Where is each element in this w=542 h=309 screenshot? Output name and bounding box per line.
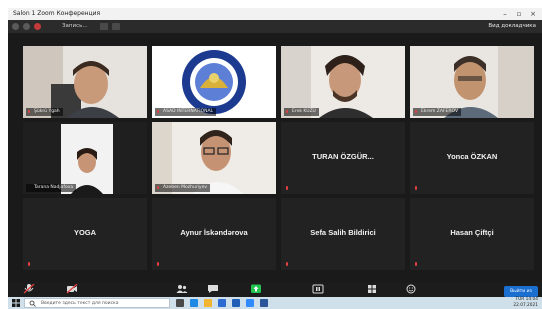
search-icon	[29, 300, 36, 307]
recording-icon	[34, 23, 41, 30]
muted-mic-icon	[414, 110, 418, 114]
clock-date: 22.07.2021	[513, 303, 538, 308]
name-tile[interactable]: Hasan Çiftçi	[410, 198, 534, 270]
keyboard-language[interactable]: TUR	[515, 297, 524, 302]
participant-name: Erek KUZU	[284, 108, 319, 116]
edge-icon[interactable]	[190, 299, 198, 307]
share-screen-icon	[251, 284, 261, 293]
search-placeholder: Введите здесь текст для поиска	[41, 301, 119, 306]
view-mode-button[interactable]: Вид докладчика	[488, 22, 536, 31]
muted-mic-icon	[285, 110, 289, 114]
windows-start-icon[interactable]	[12, 299, 20, 307]
taskbar-search-box[interactable]: Введите здесь текст для поиска	[24, 298, 170, 308]
maximize-icon[interactable]: ▫	[512, 8, 526, 20]
muted-mic-icon	[285, 262, 290, 267]
info-icon[interactable]	[12, 23, 19, 30]
muted-mic-icon	[27, 262, 32, 267]
participant-name: Şükrü Ygah	[26, 108, 63, 116]
meeting-info-bar: Запись... Вид докладчика	[8, 20, 542, 33]
pause-icon[interactable]	[100, 23, 108, 30]
name-tile[interactable]: Yonca ÖZKAN	[410, 122, 534, 194]
close-icon[interactable]: ×	[526, 8, 540, 20]
windows-taskbar: Введите здесь текст для поиска TUR 14:04…	[8, 297, 542, 309]
participant-name: TURAN ÖZGÜR...	[312, 152, 374, 161]
muted-mic-icon	[414, 262, 419, 267]
pause-recording-icon	[312, 284, 324, 294]
muted-mic-icon	[156, 262, 161, 267]
name-tile[interactable]: TURAN ÖZGÜR...	[281, 122, 405, 194]
word-icon[interactable]	[260, 299, 268, 307]
participant-name: Tarana Nadjafova	[26, 184, 77, 192]
video-tile[interactable]: Ekrem ZAFEROV	[410, 46, 534, 118]
name-tile[interactable]: Aynur İskəndərova	[152, 198, 276, 270]
zoom-window: Salon 1 Zoom Конференция – ▫ × Запись...…	[8, 8, 542, 309]
mail-icon[interactable]	[232, 299, 240, 307]
video-off-icon	[66, 283, 78, 294]
breakout-rooms-icon	[368, 285, 376, 293]
participant-name: Azeben Mozhuriyev	[155, 184, 211, 192]
participants-icon	[176, 285, 188, 293]
system-tray: TUR 14:04 22.07.2021	[513, 297, 538, 309]
muted-mic-icon	[156, 186, 160, 190]
title-bar: Salon 1 Zoom Конференция – ▫ ×	[8, 8, 542, 20]
name-tile[interactable]: Sefa Salih Bildirici	[281, 198, 405, 270]
leave-meeting-button[interactable]: Выйти из зала	[504, 286, 538, 305]
participant-name: ASAD INTERNATIONAL	[155, 108, 217, 116]
muted-mic-icon	[285, 186, 290, 191]
security-icon[interactable]	[23, 23, 30, 30]
stop-icon[interactable]	[112, 23, 120, 30]
chat-icon	[208, 285, 218, 293]
participant-name: Hasan Çiftçi	[450, 228, 494, 237]
reactions-icon	[406, 284, 416, 294]
participant-name: Aynur İskəndərova	[180, 228, 248, 237]
participant-name: Sefa Salih Bildirici	[310, 228, 376, 237]
video-tile[interactable]: ASAD INTERNATIONAL	[152, 46, 276, 118]
store-icon[interactable]	[218, 299, 226, 307]
muted-mic-icon	[23, 283, 35, 294]
name-tile[interactable]: YOGA	[23, 198, 147, 270]
muted-mic-icon	[27, 110, 31, 114]
video-tile[interactable]: Şükrü Ygah	[23, 46, 147, 118]
participant-name: Yonca ÖZKAN	[446, 152, 498, 161]
minimize-icon[interactable]: –	[498, 8, 512, 20]
recording-status: Запись...	[62, 23, 88, 29]
muted-mic-icon	[414, 186, 419, 191]
task-view-icon[interactable]	[176, 299, 184, 307]
video-tile[interactable]: Azeben Mozhuriyev	[152, 122, 276, 194]
video-tile[interactable]: Erek KUZU	[281, 46, 405, 118]
muted-mic-icon	[156, 110, 160, 114]
clock-time[interactable]: 14:04	[526, 297, 538, 302]
file-explorer-icon[interactable]	[204, 299, 212, 307]
active-speaker-tile[interactable]: Tarana Nadjafova	[23, 122, 147, 194]
participant-name: Ekrem ZAFEROV	[413, 108, 462, 116]
zoom-app-icon[interactable]	[246, 299, 254, 307]
participant-name: YOGA	[73, 228, 97, 237]
window-title: Salon 1 Zoom Конференция	[13, 10, 101, 17]
